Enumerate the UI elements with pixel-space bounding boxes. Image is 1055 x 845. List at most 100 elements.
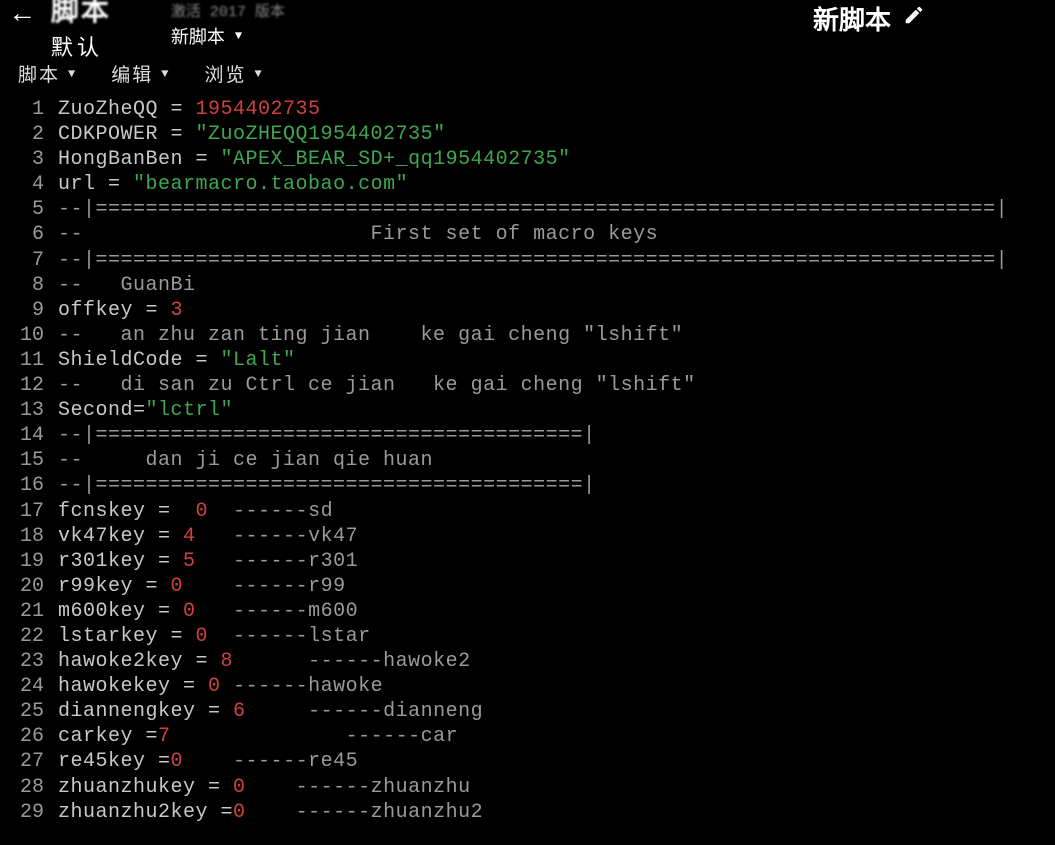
menu-script-label: 脚本: [18, 60, 60, 87]
line-number: 28: [0, 775, 58, 800]
code-line[interactable]: 11ShieldCode = "Lalt": [0, 348, 1055, 373]
code-content[interactable]: r301key = 5 ------r301: [58, 549, 358, 574]
line-number: 6: [0, 222, 58, 247]
line-number: 7: [0, 248, 58, 273]
code-line[interactable]: 12-- di san zu Ctrl ce jian ke gai cheng…: [0, 373, 1055, 398]
line-number: 21: [0, 599, 58, 624]
code-content[interactable]: -- an zhu zan ting jian ke gai cheng "ls…: [58, 323, 683, 348]
code-content[interactable]: hawoke2key = 8 ------hawoke2: [58, 649, 471, 674]
code-content[interactable]: -- GuanBi: [58, 273, 196, 298]
code-content[interactable]: r99key = 0 ------r99: [58, 574, 346, 599]
code-line[interactable]: 18vk47key = 4 ------vk47: [0, 524, 1055, 549]
document-meta: 激活 2017 版本 新脚本 ▼: [171, 0, 285, 49]
code-content[interactable]: diannengkey = 6 ------dianneng: [58, 699, 483, 724]
code-content[interactable]: ShieldCode = "Lalt": [58, 348, 296, 373]
code-content[interactable]: HongBanBen = "APEX_BEAR_SD+_qq1954402735…: [58, 147, 571, 172]
code-content[interactable]: offkey = 3: [58, 298, 183, 323]
code-content[interactable]: carkey =7 ------car: [58, 724, 458, 749]
script-name-text: 新脚本: [813, 0, 891, 37]
back-arrow-icon[interactable]: ←: [10, 0, 41, 31]
menu-edit[interactable]: 编辑 ▼: [111, 60, 170, 87]
code-line[interactable]: 29zhuanzhu2key =0 ------zhuanzhu2: [0, 800, 1055, 825]
code-line[interactable]: 6-- First set of macro keys: [0, 222, 1055, 247]
document-meta-text: 激活 2017 版本: [171, 0, 285, 21]
code-line[interactable]: 7--|====================================…: [0, 248, 1055, 273]
line-number: 29: [0, 800, 58, 825]
code-line[interactable]: 27re45key =0 ------re45: [0, 749, 1055, 774]
code-line[interactable]: 9offkey = 3: [0, 298, 1055, 323]
device-title-sub: 默认: [51, 30, 111, 62]
line-number: 22: [0, 624, 58, 649]
line-number: 1: [0, 97, 58, 122]
line-number: 2: [0, 122, 58, 147]
code-line[interactable]: 22lstarkey = 0 ------lstar: [0, 624, 1055, 649]
code-line[interactable]: 2CDKPOWER = "ZuoZHEQQ1954402735": [0, 122, 1055, 147]
code-content[interactable]: Second="lctrl": [58, 398, 233, 423]
code-content[interactable]: -- First set of macro keys: [58, 222, 658, 247]
line-number: 24: [0, 674, 58, 699]
code-content[interactable]: zhuanzhukey = 0 ------zhuanzhu: [58, 775, 471, 800]
code-content[interactable]: m600key = 0 ------m600: [58, 599, 358, 624]
code-line[interactable]: 14--|===================================…: [0, 423, 1055, 448]
line-number: 25: [0, 699, 58, 724]
line-number: 17: [0, 499, 58, 524]
script-selector[interactable]: 新脚本 ▼: [171, 23, 285, 49]
menu-script[interactable]: 脚本 ▼: [18, 60, 77, 87]
code-line[interactable]: 5--|====================================…: [0, 197, 1055, 222]
code-content[interactable]: --|=====================================…: [58, 197, 1008, 222]
code-line[interactable]: 15-- dan ji ce jian qie huan: [0, 448, 1055, 473]
code-content[interactable]: --|=====================================…: [58, 473, 596, 498]
line-number: 11: [0, 348, 58, 373]
code-content[interactable]: lstarkey = 0 ------lstar: [58, 624, 371, 649]
menu-view[interactable]: 浏览 ▼: [204, 60, 263, 87]
code-line[interactable]: 25diannengkey = 6 ------dianneng: [0, 699, 1055, 724]
code-content[interactable]: zhuanzhu2key =0 ------zhuanzhu2: [58, 800, 483, 825]
line-number: 19: [0, 549, 58, 574]
code-content[interactable]: -- dan ji ce jian qie huan: [58, 448, 433, 473]
code-content[interactable]: CDKPOWER = "ZuoZHEQQ1954402735": [58, 122, 446, 147]
code-line[interactable]: 21m600key = 0 ------m600: [0, 599, 1055, 624]
code-content[interactable]: url = "bearmacro.taobao.com": [58, 172, 408, 197]
line-number: 16: [0, 473, 58, 498]
code-line[interactable]: 28zhuanzhukey = 0 ------zhuanzhu: [0, 775, 1055, 800]
code-editor[interactable]: 1ZuoZheQQ = 19544027352CDKPOWER = "ZuoZH…: [0, 93, 1055, 825]
code-content[interactable]: fcnskey = 0 ------sd: [58, 499, 333, 524]
code-line[interactable]: 17fcnskey = 0 ------sd: [0, 499, 1055, 524]
code-line[interactable]: 10-- an zhu zan ting jian ke gai cheng "…: [0, 323, 1055, 348]
line-number: 13: [0, 398, 58, 423]
code-line[interactable]: 1ZuoZheQQ = 1954402735: [0, 97, 1055, 122]
line-number: 12: [0, 373, 58, 398]
code-content[interactable]: -- di san zu Ctrl ce jian ke gai cheng "…: [58, 373, 696, 398]
code-content[interactable]: hawokekey = 0 ------hawoke: [58, 674, 383, 699]
code-line[interactable]: 19r301key = 5 ------r301: [0, 549, 1055, 574]
code-content[interactable]: vk47key = 4 ------vk47: [58, 524, 358, 549]
code-line[interactable]: 26carkey =7 ------car: [0, 724, 1055, 749]
line-number: 3: [0, 147, 58, 172]
line-number: 27: [0, 749, 58, 774]
code-line[interactable]: 20r99key = 0 ------r99: [0, 574, 1055, 599]
line-number: 4: [0, 172, 58, 197]
code-content[interactable]: re45key =0 ------re45: [58, 749, 358, 774]
menu-view-label: 浏览: [204, 60, 246, 87]
code-content[interactable]: --|=====================================…: [58, 423, 596, 448]
code-line[interactable]: 24hawokekey = 0 ------hawoke: [0, 674, 1055, 699]
code-line[interactable]: 3HongBanBen = "APEX_BEAR_SD+_qq195440273…: [0, 147, 1055, 172]
script-selector-label: 新脚本: [171, 23, 225, 49]
edit-icon[interactable]: [903, 4, 925, 34]
chevron-down-icon: ▼: [161, 67, 170, 81]
line-number: 8: [0, 273, 58, 298]
line-number: 18: [0, 524, 58, 549]
line-number: 23: [0, 649, 58, 674]
code-line[interactable]: 13Second="lctrl": [0, 398, 1055, 423]
script-name-header: 新脚本: [813, 0, 925, 37]
chevron-down-icon: ▼: [235, 29, 242, 43]
menu-bar: 脚本 ▼ 编辑 ▼ 浏览 ▼: [0, 50, 1055, 93]
code-line[interactable]: 8-- GuanBi: [0, 273, 1055, 298]
code-line[interactable]: 4url = "bearmacro.taobao.com": [0, 172, 1055, 197]
menu-edit-label: 编辑: [111, 60, 153, 87]
code-line[interactable]: 16--|===================================…: [0, 473, 1055, 498]
code-line[interactable]: 23hawoke2key = 8 ------hawoke2: [0, 649, 1055, 674]
code-content[interactable]: ZuoZheQQ = 1954402735: [58, 97, 321, 122]
chevron-down-icon: ▼: [68, 67, 77, 81]
code-content[interactable]: --|=====================================…: [58, 248, 1008, 273]
